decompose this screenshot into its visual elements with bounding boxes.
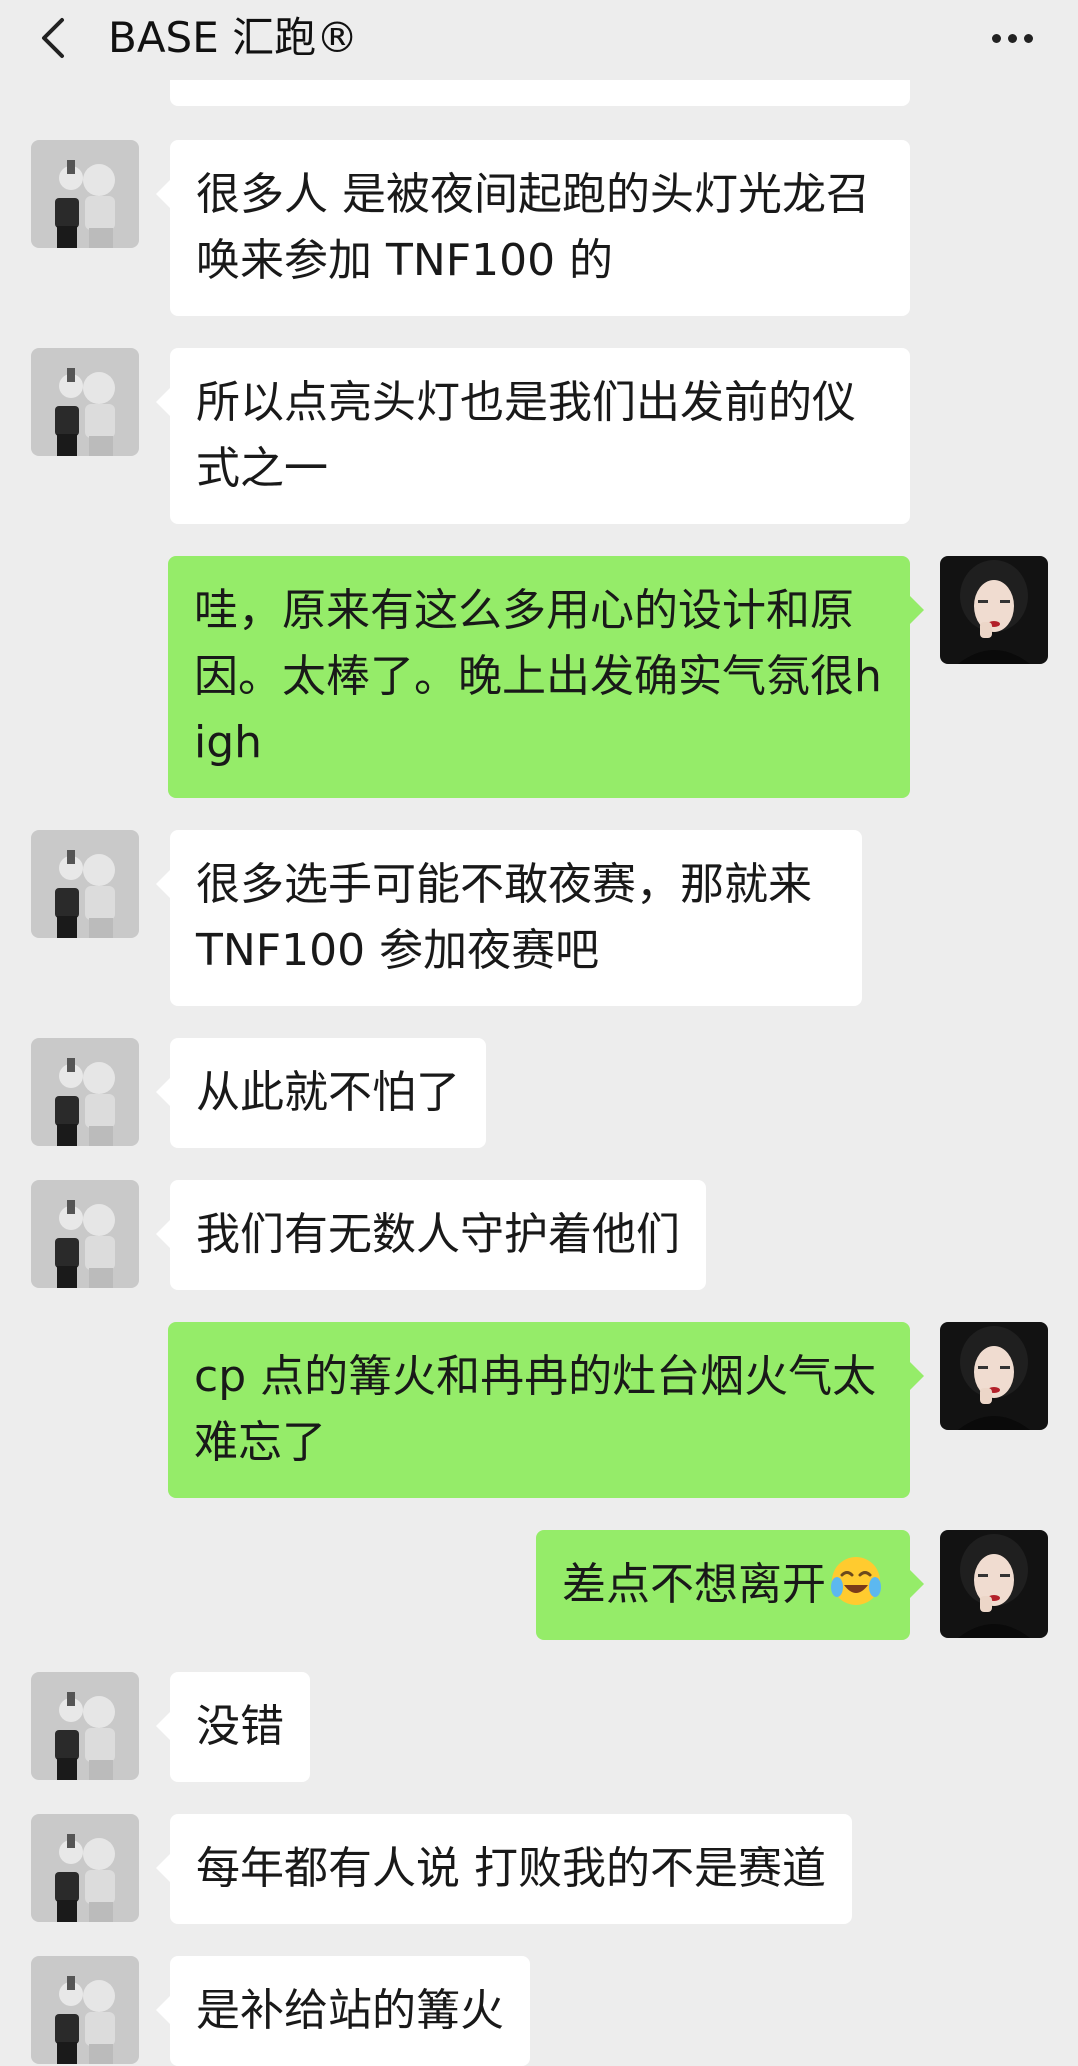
contact-avatar[interactable] bbox=[31, 830, 139, 938]
outgoing-message-bubble[interactable]: 差点不想离开 bbox=[536, 1530, 924, 1640]
incoming-message-bubble[interactable]: 所以点亮头灯也是我们出发前的仪式之一 bbox=[156, 348, 910, 524]
incoming-message-bubble[interactable]: 每年都有人说 打败我的不是赛道 bbox=[156, 1814, 852, 1924]
incoming-message-bubble[interactable]: 没错 bbox=[156, 1672, 310, 1782]
incoming-message-bubble[interactable]: 很多选手可能不敢夜赛，那就来TNF100 参加夜赛吧 bbox=[156, 830, 862, 1006]
outgoing-message-bubble[interactable]: 哇，原来有这么多用心的设计和原因。太棒了。晚上出发确实气氛很high bbox=[168, 556, 924, 798]
chat-title: BASE 汇跑® bbox=[108, 13, 359, 62]
outgoing-message-bubble[interactable]: cp 点的篝火和冉冉的灶台烟火气太难忘了 bbox=[168, 1322, 924, 1498]
incoming-message-bubble[interactable]: 是补给站的篝火 bbox=[156, 1956, 530, 2066]
chat-header: BASE 汇跑® bbox=[0, 0, 1078, 76]
contact-avatar[interactable] bbox=[31, 1038, 139, 1146]
incoming-message-bubble[interactable]: 很多人 是被夜间起跑的头灯光龙召唤来参加 TNF100 的 bbox=[156, 140, 910, 316]
crying-laughing-emoji-icon bbox=[828, 1553, 884, 1609]
contact-avatar[interactable] bbox=[31, 1956, 139, 2064]
incoming-message-bubble[interactable]: 从此就不怕了 bbox=[156, 1038, 486, 1148]
user-avatar[interactable] bbox=[940, 556, 1048, 664]
user-avatar[interactable] bbox=[940, 1530, 1048, 1638]
more-horizontal-icon[interactable] bbox=[992, 24, 1042, 54]
contact-avatar[interactable] bbox=[31, 1672, 139, 1780]
contact-avatar[interactable] bbox=[31, 348, 139, 456]
contact-avatar[interactable] bbox=[31, 1180, 139, 1288]
message-list[interactable]: 很多人 是被夜间起跑的头灯光龙召唤来参加 TNF100 的 所以点亮头灯也是我们… bbox=[0, 0, 1078, 2066]
message-text: 差点不想离开 bbox=[562, 1559, 826, 1610]
user-avatar[interactable] bbox=[940, 1322, 1048, 1430]
contact-avatar[interactable] bbox=[31, 1814, 139, 1922]
incoming-message-bubble[interactable]: 我们有无数人守护着他们 bbox=[156, 1180, 706, 1290]
chevron-left-icon[interactable] bbox=[36, 16, 72, 60]
contact-avatar[interactable] bbox=[31, 140, 139, 248]
